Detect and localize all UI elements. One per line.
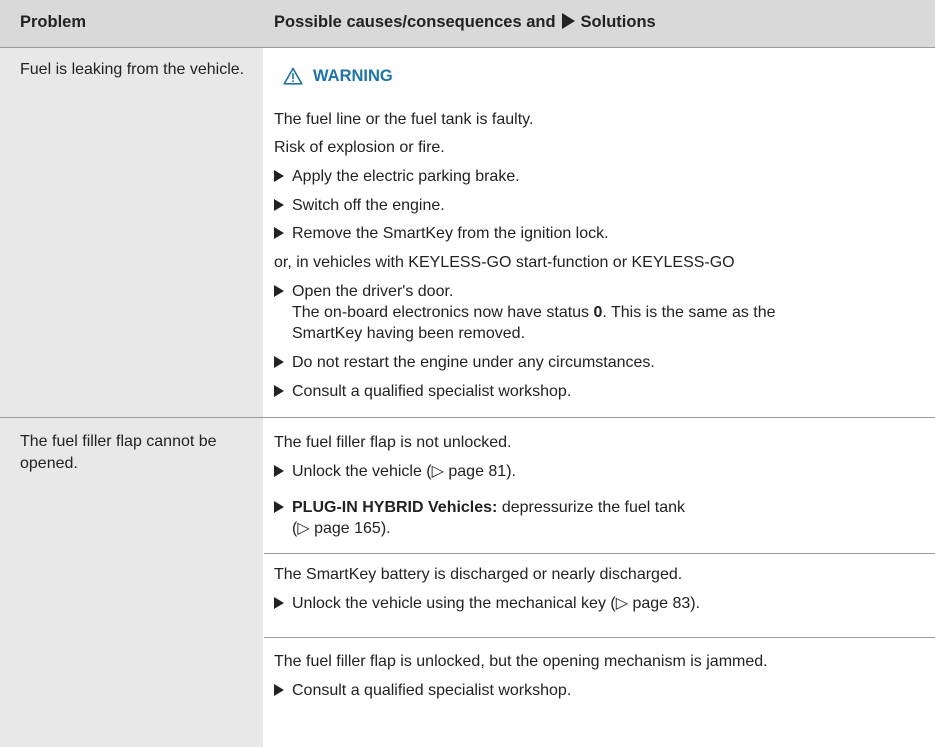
step-text: Consult a qualified specialist workshop. — [292, 682, 572, 699]
table-header: Problem Possible causes/consequences and… — [0, 0, 935, 48]
step-arrow-icon — [274, 170, 284, 182]
step-arrow-icon — [274, 227, 284, 239]
step-text: Remove the SmartKey from the ignition lo… — [292, 225, 609, 242]
step-text: Unlock the vehicle using the mechanical … — [292, 595, 701, 612]
sub-divider — [264, 637, 935, 638]
step-detail-status: The on-board electronics now have status… — [292, 302, 776, 323]
cause-mechanism-jammed: The fuel filler flap is unlocked, but th… — [274, 653, 768, 670]
step-arrow-icon — [274, 465, 284, 477]
step-text: Do not restart the engine under any circ… — [292, 354, 655, 371]
warning-label: WARNING — [313, 66, 393, 85]
solution-arrow-icon — [561, 13, 575, 29]
status-text-b: . This is the same as the — [602, 304, 776, 321]
cause-smartkey-battery: The SmartKey battery is discharged or ne… — [274, 566, 683, 583]
step-plugin-hybrid: PLUG-IN HYBRID Vehicles: depressurize th… — [274, 497, 685, 518]
column-divider — [263, 48, 264, 747]
step-arrow-icon — [274, 385, 284, 397]
step-consult-workshop: Consult a qualified specialist workshop. — [274, 381, 571, 402]
step-arrow-icon — [274, 356, 284, 368]
header-problem: Problem — [20, 13, 87, 31]
keyless-go-note: or, in vehicles with KEYLESS-GO start-fu… — [274, 254, 735, 271]
step-open-drivers-door: Open the driver's door. — [274, 281, 453, 302]
step-plugin-hybrid-ref: (▷ page 165). — [292, 520, 391, 537]
step-arrow-icon — [274, 199, 284, 211]
header-solutions: Possible causes/consequences and Solution… — [274, 13, 656, 32]
consequence-explosion-risk: Risk of explosion or fire. — [274, 139, 445, 156]
step-text: Apply the electric parking brake. — [292, 168, 520, 185]
step-remove-smartkey: Remove the SmartKey from the ignition lo… — [274, 223, 609, 244]
step-do-not-restart: Do not restart the engine under any circ… — [274, 352, 655, 373]
step-arrow-icon — [274, 285, 284, 297]
step-switch-off-engine: Switch off the engine. — [274, 195, 445, 216]
problem-filler-flap: The fuel filler flap cannot be opened. — [20, 433, 217, 472]
step-arrow-icon — [274, 597, 284, 609]
step-detail-smartkey: SmartKey having been removed. — [292, 325, 526, 342]
troubleshooting-table: Problem Possible causes/consequences and… — [0, 0, 935, 747]
status-text-a: The on-board electronics now have status — [292, 304, 594, 321]
step-arrow-icon — [274, 501, 284, 513]
step-text: Consult a qualified specialist workshop. — [292, 383, 572, 400]
step-arrow-icon — [274, 684, 284, 696]
step-consult-workshop-2: Consult a qualified specialist workshop. — [274, 680, 571, 701]
warning-triangle-icon — [283, 67, 303, 85]
header-solutions-prefix: Possible causes/consequences and — [274, 13, 556, 31]
problem-column — [0, 48, 263, 747]
step-text: depressurize the fuel tank — [497, 499, 686, 516]
step-text: Open the driver's door. — [292, 283, 454, 300]
step-text-bold: PLUG-IN HYBRID Vehicles: — [292, 499, 498, 516]
step-unlock-vehicle: Unlock the vehicle (▷ page 81). — [274, 461, 516, 482]
cause-flap-not-unlocked: The fuel filler flap is not unlocked. — [274, 434, 512, 451]
step-text: Unlock the vehicle (▷ page 81). — [292, 463, 516, 480]
cause-fuel-line-faulty: The fuel line or the fuel tank is faulty… — [274, 111, 534, 128]
step-mechanical-key: Unlock the vehicle using the mechanical … — [274, 593, 700, 614]
sub-divider — [264, 553, 935, 554]
step-text: Switch off the engine. — [292, 197, 445, 214]
problem-fuel-leaking: Fuel is leaking from the vehicle. — [20, 61, 245, 78]
row-divider — [0, 417, 935, 418]
step-apply-parking-brake: Apply the electric parking brake. — [274, 166, 520, 187]
warning-box: WARNING — [283, 64, 393, 88]
header-solutions-suffix: Solutions — [580, 13, 656, 31]
